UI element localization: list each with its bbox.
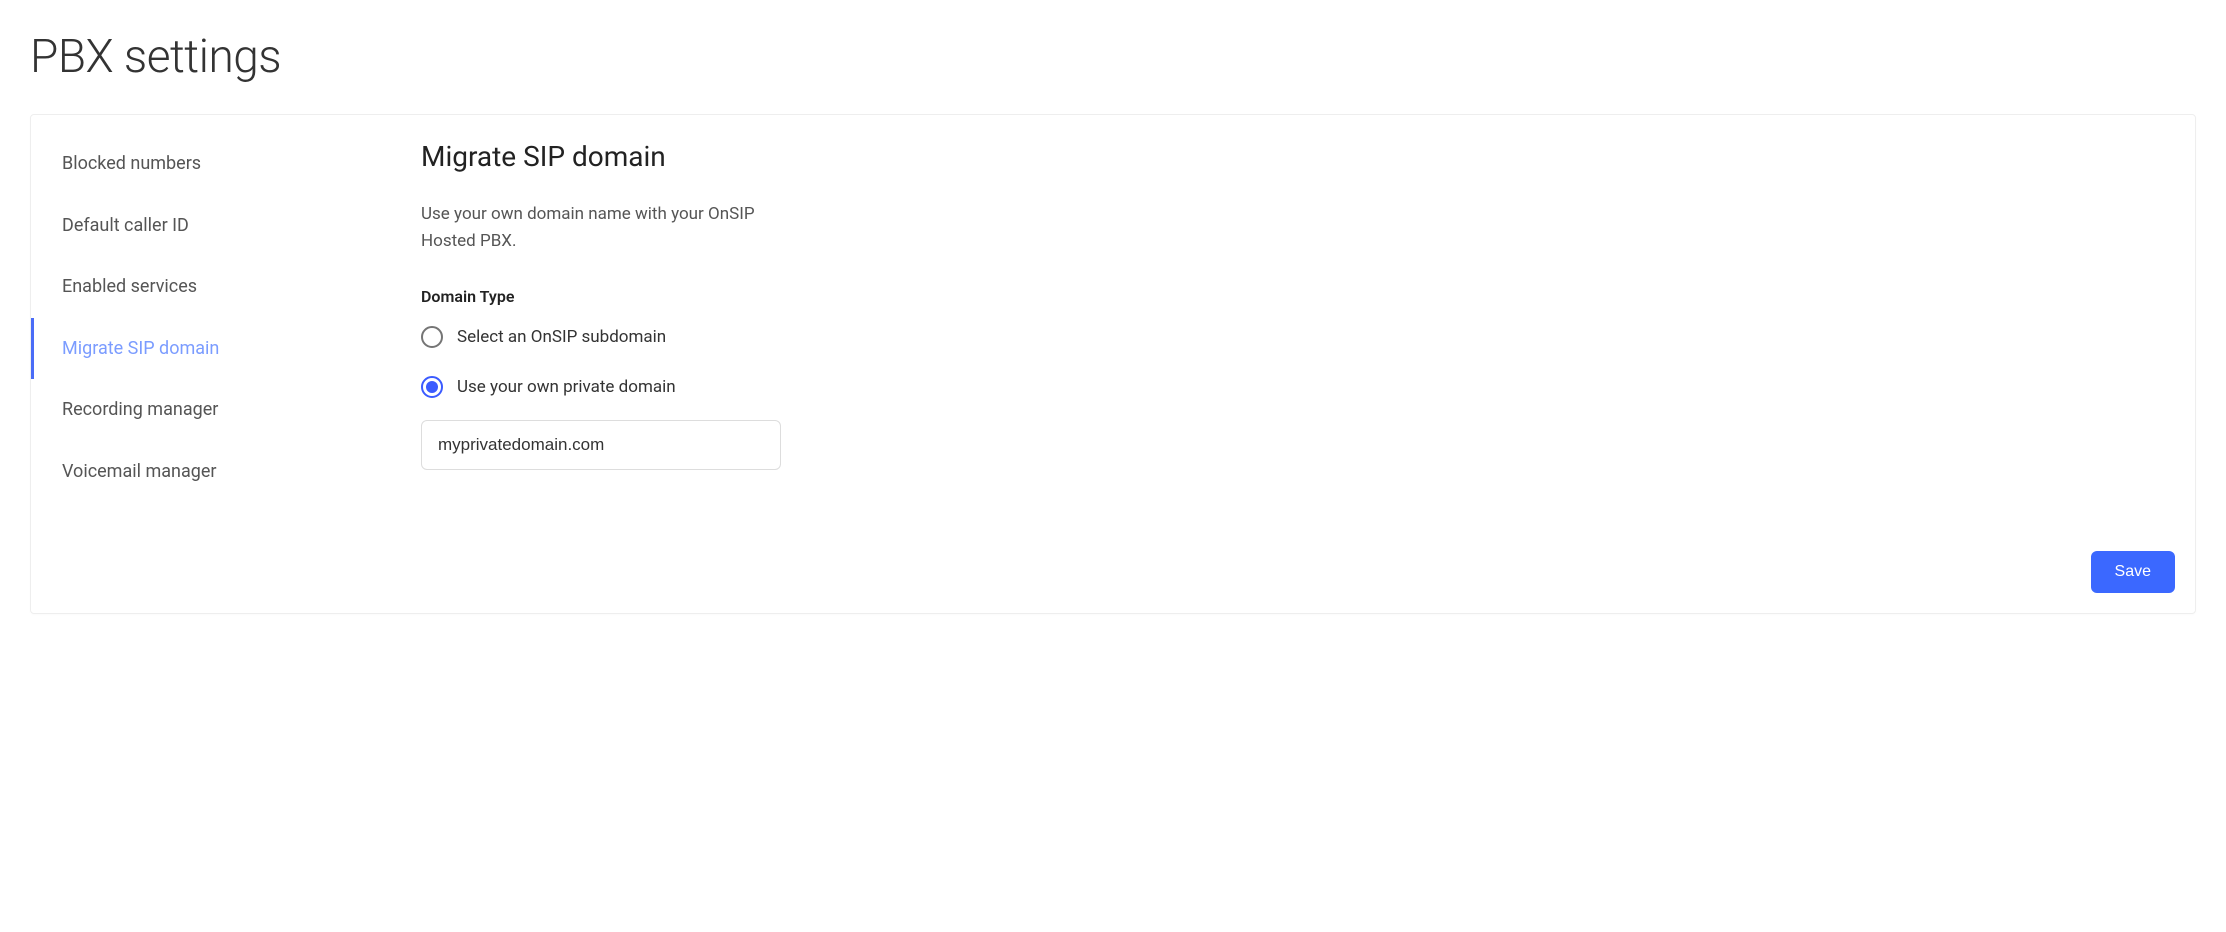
settings-panel: Blocked numbers Default caller ID Enable…: [30, 114, 2196, 614]
content-description: Use your own domain name with your OnSIP…: [421, 201, 781, 255]
domain-input[interactable]: [421, 420, 781, 470]
domain-type-label: Domain Type: [421, 287, 2165, 306]
radio-label-subdomain: Select an OnSIP subdomain: [457, 327, 666, 347]
save-button[interactable]: Save: [2091, 551, 2175, 593]
settings-sidebar: Blocked numbers Default caller ID Enable…: [31, 115, 421, 613]
sidebar-item-default-caller-id[interactable]: Default caller ID: [31, 195, 421, 257]
sidebar-item-blocked-numbers[interactable]: Blocked numbers: [31, 133, 421, 195]
content-title: Migrate SIP domain: [421, 140, 2165, 173]
radio-option-subdomain[interactable]: Select an OnSIP subdomain: [421, 326, 2165, 348]
radio-circle-icon: [421, 326, 443, 348]
content-area: Migrate SIP domain Use your own domain n…: [421, 115, 2195, 613]
sidebar-item-enabled-services[interactable]: Enabled services: [31, 256, 421, 318]
sidebar-item-migrate-sip-domain[interactable]: Migrate SIP domain: [31, 318, 421, 380]
sidebar-item-voicemail-manager[interactable]: Voicemail manager: [31, 441, 421, 503]
radio-circle-selected-icon: [421, 376, 443, 398]
page-title: PBX settings: [30, 30, 2196, 84]
sidebar-item-recording-manager[interactable]: Recording manager: [31, 379, 421, 441]
radio-label-private-domain: Use your own private domain: [457, 377, 676, 397]
radio-option-private-domain[interactable]: Use your own private domain: [421, 376, 2165, 398]
